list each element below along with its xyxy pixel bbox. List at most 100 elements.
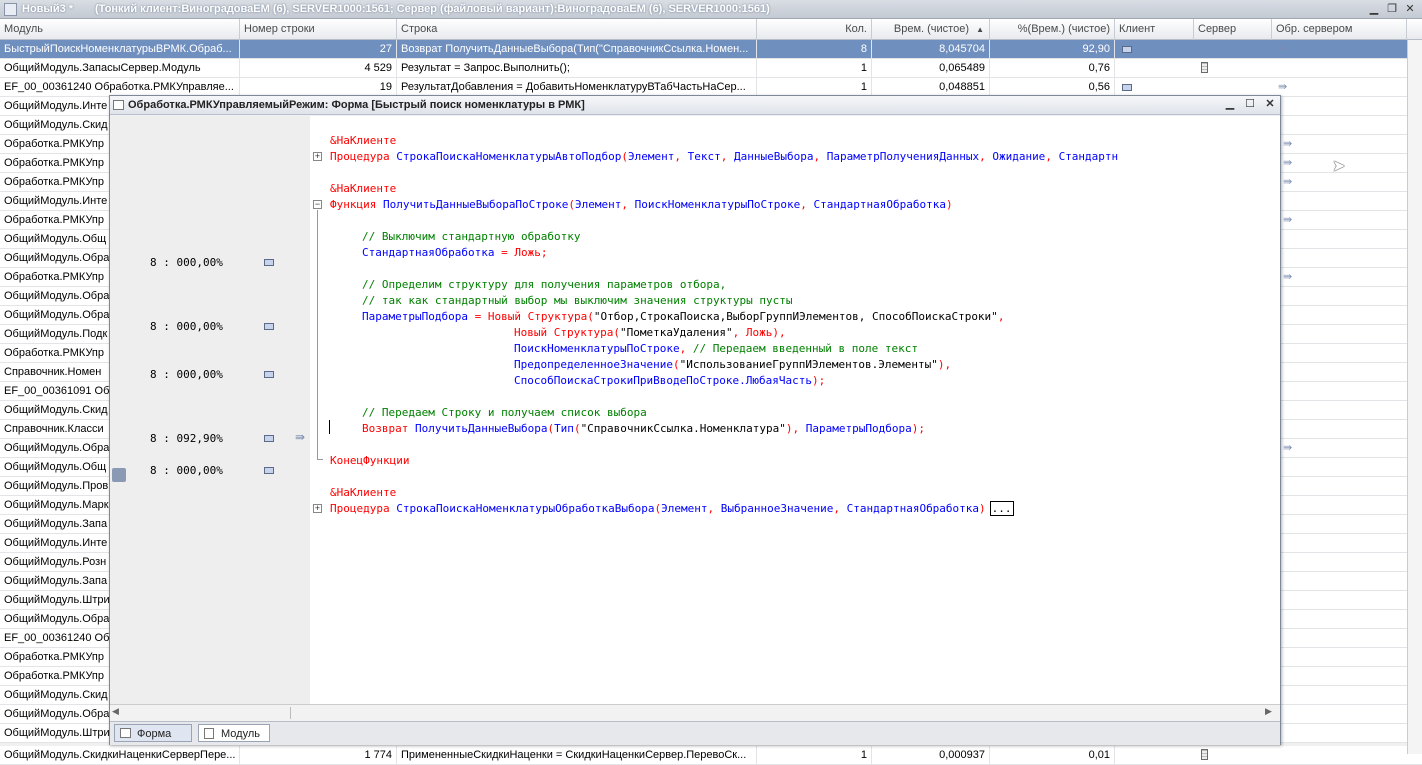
gutter-label: 8 : 000,00% <box>150 320 223 333</box>
module-tab-icon <box>204 728 214 739</box>
server-call-arrow-icon: ⇛ <box>1283 138 1293 150</box>
cell-line: 27 <box>240 40 397 59</box>
cell-count: 1 <box>757 746 872 765</box>
table-row[interactable]: БыстрыйПоискНоменклатурыВРМК.Обраб... 27 В… <box>0 40 1422 59</box>
table-row[interactable]: ОбщийМодуль.СкидкиНаценкиСерверПере... 1 … <box>0 746 1422 765</box>
form-tabs: Форма Модуль <box>110 721 1280 745</box>
code-line: СтандартнаяОбработка = Ложь; <box>362 245 547 261</box>
form-tab-icon <box>120 728 131 738</box>
server-call-arrow-icon: ⇛ <box>1283 157 1293 169</box>
form-icon <box>113 100 124 110</box>
column-header-module[interactable]: Модуль <box>0 19 240 40</box>
column-header-server[interactable]: Сервер <box>1194 19 1272 40</box>
client-monitor-icon <box>264 435 274 442</box>
cell-time: 0,000937 <box>872 746 990 765</box>
cell-module: БыстрыйПоискНоменклатурыВРМК.Обраб... <box>0 40 240 59</box>
server-call-arrow-icon: ⇛ <box>1278 81 1288 93</box>
sort-ascending-icon: ▲ <box>976 25 984 34</box>
code-line: // Выключим стандартную обработку <box>362 230 581 243</box>
cell-module: ОбщийМодуль.СкидкиНаценкиСерверПере... <box>0 746 240 765</box>
fold-line <box>317 210 318 460</box>
server-call-arrow-icon: ⇛ <box>1278 43 1288 55</box>
code-line: Новый Структура("ПометкаУдаления", Ложь)… <box>514 325 786 341</box>
cell-pct: 0,01 <box>990 746 1115 765</box>
server-call-arrow-icon: ⇛ <box>1283 442 1293 454</box>
server-call-arrow-icon: ⇛ <box>295 430 306 444</box>
close-icon[interactable]: ✕ <box>1402 2 1418 16</box>
code-token: ПараметрыПодбора = Новый Структура("Отбо… <box>362 310 1005 323</box>
fold-collapse-icon[interactable]: − <box>313 200 322 209</box>
code-token: ПредопределенноеЗначение("ИспользованиеГ… <box>514 358 952 371</box>
gutter-label: 8 : 000,00% <box>150 464 223 477</box>
column-header-client[interactable]: Клиент <box>1115 19 1194 40</box>
scroll-divider <box>290 707 291 719</box>
code-line: ПараметрыПодбора = Новый Структура("Отбо… <box>362 309 1004 325</box>
main-title-bar: Новый3 * (Тонкий клиент:ВиноградоваЕМ (6… <box>0 0 1422 19</box>
server-call-arrow-icon: ⇛ <box>1283 214 1293 226</box>
profiler-gutter: 8 : 000,00% 8 : 000,00% 8 : 000,00% 8 : … <box>110 116 310 704</box>
code-line: Процедура СтрокаПоискаНоменклатурыАвтоПо… <box>330 149 1118 165</box>
tab-form[interactable]: Форма <box>114 724 192 742</box>
vertical-scrollbar[interactable] <box>1407 40 1422 754</box>
minimize-icon[interactable]: ▁ <box>1366 2 1382 16</box>
column-header-count[interactable]: Кол. <box>757 19 872 40</box>
client-monitor-icon <box>1122 46 1132 53</box>
form-minimize-icon[interactable]: ▁ <box>1222 97 1238 111</box>
code-token: Новый Структура("ПометкаУдаления", Ложь)… <box>514 326 786 339</box>
code-line: // так как стандартный выбор мы выключим… <box>362 294 793 307</box>
column-header-pct[interactable]: %(Врем.) (чистое) <box>990 19 1115 40</box>
column-header-time-label: Врем. (чистое) <box>893 23 969 35</box>
cell-pct: 0,76 <box>990 59 1115 78</box>
form-window: Обработка.РМКУправляемыйРежим: Форма [Бы… <box>109 95 1281 745</box>
scroll-right-icon[interactable]: ▶ <box>1265 706 1272 717</box>
code-line: &НаКлиенте <box>330 133 396 149</box>
cell-text: Возврат ПолучитьДанныеВыбора(Тип("Справо… <box>397 40 757 59</box>
table-row[interactable]: ОбщийМодуль.ЗапасыСервер.Модуль 4 529 Резу… <box>0 59 1422 78</box>
tab-module[interactable]: Модуль <box>198 724 270 742</box>
cell-time: 0,065489 <box>872 59 990 78</box>
code-line: Процедура СтрокаПоискаНоменклатурыОбрабо… <box>330 501 1014 517</box>
gutter-label: 8 : 000,00% <box>150 368 223 381</box>
collapsed-block-ellipsis[interactable]: ... <box>989 501 1014 516</box>
column-header-time[interactable]: Врем. (чистое) ▲ <box>872 19 990 40</box>
client-monitor-icon <box>264 323 274 330</box>
table-header: Модуль Номер строки Строка Кол. Врем. (ч… <box>0 19 1422 40</box>
breakpoint-marker-icon[interactable] <box>112 468 126 482</box>
code-token: СпособПоискаСтрокиПриВводеПоСтроке.Любая… <box>514 374 826 387</box>
server-call-arrow-icon: ⇛ <box>1283 271 1293 283</box>
text-cursor <box>329 420 330 434</box>
form-maximize-icon[interactable]: ☐ <box>1242 97 1258 111</box>
code-token: Функция ПолучитьДанныеВыбораПоСтроке(Эле… <box>330 198 953 211</box>
gutter-label: 8 : 000,00% <box>150 256 223 269</box>
form-title: Обработка.РМКУправляемыйРежим: Форма [Бы… <box>128 99 585 111</box>
code-line: Функция ПолучитьДанныеВыбораПоСтроке(Эле… <box>330 197 953 213</box>
client-monitor-icon <box>1122 84 1132 91</box>
code-token: &НаКлиенте <box>330 134 397 147</box>
fold-line-end <box>317 459 323 460</box>
client-monitor-icon <box>264 259 274 266</box>
client-monitor-icon <box>264 371 274 378</box>
restore-icon[interactable]: ❐ <box>1384 2 1400 16</box>
scroll-left-icon[interactable]: ◀ <box>112 706 119 717</box>
code-editor[interactable]: + − + &НаКлиенте Процедура СтрокаПоискаН… <box>310 116 1280 704</box>
column-header-text[interactable]: Строка <box>397 19 757 40</box>
horizontal-scrollbar[interactable]: ◀ ▶ <box>110 704 1280 721</box>
fold-expand-icon[interactable]: + <box>313 504 322 513</box>
code-token: СтандартнаяОбработка = Ложь; <box>362 246 548 259</box>
cell-pct: 92,90 <box>990 40 1115 59</box>
server-call-arrow-icon: ⇛ <box>1283 176 1293 188</box>
server-icon <box>1201 62 1208 73</box>
column-header-server-processed[interactable]: Обр. сервером <box>1272 19 1407 40</box>
code-line: Возврат ПолучитьДанныеВыбора(Тип("Справо… <box>362 421 925 437</box>
code-line: ПредопределенноеЗначение("ИспользованиеГ… <box>514 357 951 373</box>
tab-form-label: Форма <box>137 728 172 740</box>
column-header-line[interactable]: Номер строки <box>240 19 397 40</box>
form-close-icon[interactable]: ✕ <box>1262 97 1278 111</box>
client-monitor-icon <box>264 467 274 474</box>
fold-expand-icon[interactable]: + <box>313 152 322 161</box>
app-icon <box>4 3 17 16</box>
code-line: КонецФункции <box>330 454 410 467</box>
code-line: &НаКлиенте <box>330 486 397 499</box>
cell-line: 4 529 <box>240 59 397 78</box>
code-token: Процедура СтрокаПоискаНоменклатурыАвтоПо… <box>330 150 1119 163</box>
